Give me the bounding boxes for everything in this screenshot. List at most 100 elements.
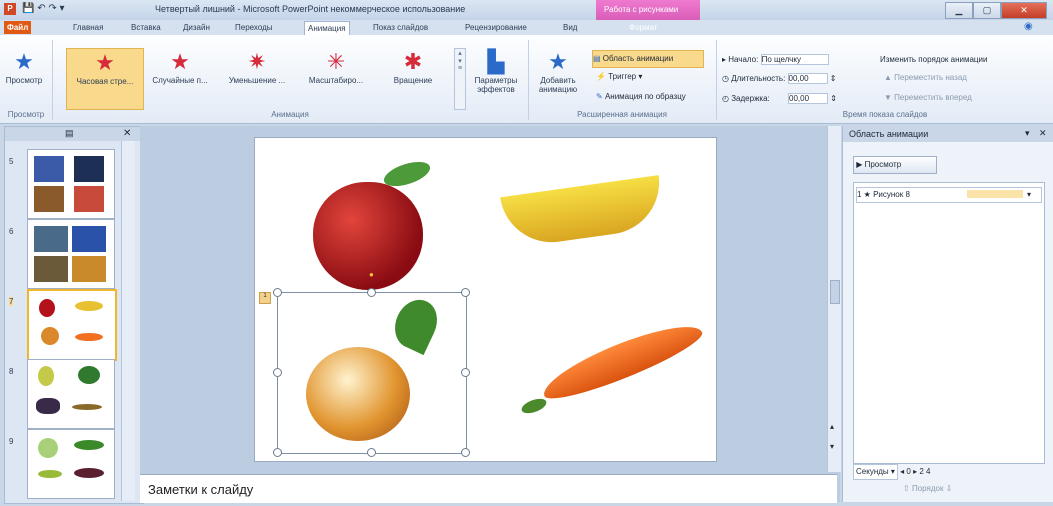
animation-pane-title: Область анимации [849,129,929,139]
effect-options-button[interactable]: ▙ Параметры эффектов [468,48,524,94]
rotation-handle-icon[interactable]: ● [369,270,374,279]
trigger-button[interactable]: ⚡ Триггер ▾ [596,72,642,81]
tab-design[interactable]: Дизайн [180,21,213,34]
close-button[interactable]: ✕ [1001,2,1047,19]
play-animation-button[interactable]: ▶ Просмотр [853,156,937,174]
thumb-cabbage [38,438,58,458]
animation-pane-button[interactable]: ▤ Область анимации [592,50,704,68]
tab-home[interactable]: Главная [70,21,106,34]
tab-insert[interactable]: Вставка [128,21,164,34]
delay-label: Задержка: [731,94,770,103]
notes-pane[interactable]: Заметки к слайду [140,474,837,503]
resize-handle[interactable] [367,288,376,297]
carrot-top [519,395,549,417]
start-select[interactable]: По щелчку [760,54,829,65]
resize-handle[interactable] [367,448,376,457]
preview-button[interactable]: ★ Просмотр [4,48,44,85]
slide-canvas[interactable]: ● 1 [254,137,717,462]
thumb-image [34,186,64,212]
animation-painter-button[interactable]: ✎ Анимация по образцу [596,92,686,101]
tab-review[interactable]: Рецензирование [462,21,530,34]
carrot-image[interactable] [536,313,708,409]
duration-spinner[interactable]: ⇕ [830,74,837,83]
gallery-scroll[interactable]: ▴ ▾ ≡ [454,48,466,110]
slides-pane: ▤ ✕ 5 6 7 8 9 [4,126,144,504]
group-animation-label: Анимация [271,110,309,119]
move-earlier-label: Переместить назад [894,73,967,82]
slide-thumbnail-8[interactable] [27,359,115,429]
effect-spin[interactable]: ✱ Вращение [378,48,448,85]
maximize-button[interactable]: ▢ [973,2,1001,19]
zoom-in-icon[interactable]: ▸ [913,467,917,476]
delay-input[interactable]: 00,00 [788,93,828,104]
resize-handle[interactable] [273,368,282,377]
slide-thumbnail-7[interactable] [27,289,117,361]
reorder-label: Порядок [911,484,944,493]
item-dropdown-icon[interactable]: ▾ [1027,188,1031,202]
banana-image[interactable] [500,175,666,249]
editor-scrollbar[interactable]: ▴ ▾ [827,126,841,472]
thumb-image [72,226,106,252]
animation-pane-header: Область анимации ▾ ✕ [843,126,1053,142]
reorder-up-icon[interactable]: ⇧ [903,484,910,493]
resize-handle[interactable] [273,448,282,457]
add-animation-button[interactable]: ★ Добавить анимацию [530,48,586,94]
tab-slideshow[interactable]: Показ слайдов [370,21,431,34]
tab-view[interactable]: Вид [560,21,580,34]
duration-input[interactable]: 00,00 [787,73,828,84]
star-effect-icon: ★ [170,49,190,74]
move-later-button[interactable]: ▼ Переместить вперед [884,93,972,102]
resize-handle[interactable] [273,288,282,297]
separator [716,40,717,120]
slide-thumbnail-6[interactable] [27,219,115,289]
pane-close-icon[interactable]: ✕ [1039,128,1047,139]
lightning-icon: ⚡ [596,72,606,81]
effect-zoom[interactable]: ✳ Масштабиро... [300,48,372,85]
resize-handle[interactable] [461,448,470,457]
delay-spinner[interactable]: ⇕ [830,94,837,103]
timeline-tick: 2 [919,467,924,476]
help-icon[interactable]: ◉ [1024,21,1033,32]
minimize-button[interactable]: ▁ [945,2,973,19]
pane-menu-icon[interactable]: ▾ [1025,128,1030,139]
tab-file[interactable]: Файл [4,21,32,34]
timeline-tick: 0 [906,467,911,476]
scroll-thumb[interactable] [830,280,840,304]
outline-tab-icon[interactable]: ▤ [65,128,74,139]
thumb-image [74,186,104,212]
tab-animations[interactable]: Анимация [304,21,350,35]
thumb-beet [74,468,104,478]
star-play-icon: ★ [14,49,34,74]
reorder-controls[interactable]: ⇧ Порядок ⇩ [903,484,952,493]
start-row: ▸ Начало: По щелчку [722,54,829,65]
zoom-out-icon[interactable]: ◂ [900,467,904,476]
tab-transitions[interactable]: Переходы [232,21,276,34]
reorder-down-icon[interactable]: ⇩ [946,484,953,493]
move-earlier-button[interactable]: ▲ Переместить назад [884,73,967,82]
slide-number: 6 [9,227,14,236]
effect-shrink[interactable]: ✷ Уменьшение ... [220,48,294,85]
change-order-label: Изменить порядок анимации [880,55,988,64]
onion-image[interactable] [306,347,410,441]
apple-image[interactable] [313,182,423,290]
next-slide-icon[interactable]: ▾ [830,442,834,451]
delay-row: ◴ Задержка: 00,00 ⇕ [722,93,837,104]
slide-thumbnail-5[interactable] [27,149,115,219]
add-animation-label: Добавить анимацию [538,76,578,94]
animation-list-item[interactable]: 1 ★ Рисунок 8 ▾ [856,187,1042,203]
resize-handle[interactable] [461,288,470,297]
resize-handle[interactable] [461,368,470,377]
prev-slide-icon[interactable]: ▴ [830,422,834,431]
effect-clock-wipe[interactable]: ★ Часовая стре... [66,48,144,110]
effect-label: Уменьшение ... [228,76,286,85]
slide-thumbnail-9[interactable] [27,429,115,499]
close-pane-icon[interactable]: ✕ [123,128,131,139]
tab-format[interactable]: Формат [626,21,660,34]
effect-random-bars[interactable]: ★ Случайные п... [146,48,214,85]
slides-scrollbar[interactable] [121,141,135,501]
star-effect-icon: ✱ [403,49,423,74]
seconds-dropdown[interactable]: Секунды ▾ [853,464,898,480]
quick-access-toolbar[interactable]: 💾 ↶ ↷ ▾ [22,3,65,14]
onion-selection-box[interactable] [277,292,467,454]
notes-placeholder: Заметки к слайду [148,482,254,497]
